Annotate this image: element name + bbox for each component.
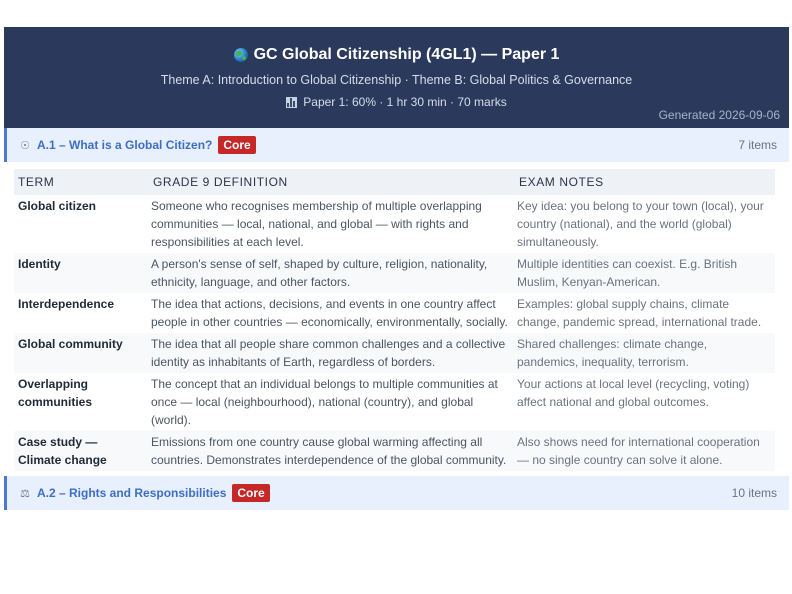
term-cell: Global community	[14, 333, 147, 373]
table-header-row: TERM GRADE 9 DEFINITION EXAM NOTES	[14, 169, 775, 195]
notes-cell: Multiple identities can coexist. E.g. Br…	[513, 253, 775, 293]
term-cell: Identity	[14, 253, 147, 293]
page-title: GC Global Citizenship (4GL1) — Paper 1	[4, 46, 789, 64]
page-title-text: GC Global Citizenship (4GL1) — Paper 1	[253, 46, 560, 63]
terms-table: TERM GRADE 9 DEFINITION EXAM NOTES Globa…	[14, 169, 775, 471]
column-header-term: TERM	[14, 169, 147, 195]
globe-icon	[233, 48, 248, 62]
core-badge: Core	[218, 136, 256, 154]
term-cell: Overlapping communities	[18, 377, 93, 409]
notes-cell: Your actions at local level (recycling, …	[517, 377, 750, 409]
definition-cell: Emissions from one country cause global …	[147, 431, 513, 471]
table-row: Case study — Climate change Emissions fr…	[14, 431, 775, 471]
table-row: Identity A person's sense of self, shape…	[14, 253, 775, 293]
term-cell: Case study — Climate change	[14, 431, 147, 471]
section-title: A.1 – What is a Global Citizen?	[37, 138, 213, 152]
core-badge: Core	[232, 484, 270, 502]
section-title: A.2 – Rights and Responsibilities	[37, 486, 227, 500]
page-header: GC Global Citizenship (4GL1) — Paper 1 T…	[4, 27, 789, 128]
scales-icon: ⚖	[20, 487, 30, 500]
globe-meridian-icon: ☉	[20, 139, 30, 152]
generated-date: Generated 2026-09-06	[658, 108, 780, 122]
item-count: 10 items	[731, 486, 777, 500]
section-header-a1[interactable]: ☉ A.1 – What is a Global Citizen? Core 7…	[4, 128, 789, 162]
table-row: Overlapping communities The concept that…	[14, 373, 775, 431]
column-header-definition: GRADE 9 DEFINITION	[147, 169, 513, 195]
term-cell: Global citizen	[18, 199, 97, 213]
table-row: Global community The idea that all peopl…	[14, 333, 775, 373]
bar-chart-icon	[286, 96, 298, 108]
section-header-a2[interactable]: ⚖ A.2 – Rights and Responsibilities Core…	[4, 476, 789, 510]
paper-meta-text: Paper 1: 60% · 1 hr 30 min · 70 marks	[303, 95, 507, 109]
notes-cell: Key idea: you belong to your town (local…	[517, 199, 764, 249]
definition-cell: The idea that all people share common ch…	[147, 333, 513, 373]
definition-cell: Someone who recognises membership of mul…	[151, 199, 482, 249]
page-subtitle: Theme A: Introduction to Global Citizens…	[160, 73, 633, 87]
notes-cell: Also shows need for international cooper…	[513, 431, 775, 471]
notes-cell: Shared challenges: climate change, pande…	[513, 333, 775, 373]
definition-cell: The idea that actions, decisions, and ev…	[151, 297, 508, 329]
paper-meta: Paper 1: 60% · 1 hr 30 min · 70 marks	[4, 95, 789, 109]
definition-cell: A person's sense of self, shaped by cult…	[147, 253, 513, 293]
table-row: Interdependence The idea that actions, d…	[14, 293, 775, 333]
column-header-notes: EXAM NOTES	[513, 169, 775, 195]
study-guide-page: GC Global Citizenship (4GL1) — Paper 1 T…	[4, 27, 789, 510]
item-count: 7 items	[738, 138, 777, 152]
table-row: Global citizen Someone who recognises me…	[14, 195, 775, 253]
notes-cell: Examples: global supply chains, climate …	[517, 297, 762, 329]
term-cell: Interdependence	[18, 297, 115, 311]
definition-cell: The concept that an individual belongs t…	[151, 377, 498, 427]
